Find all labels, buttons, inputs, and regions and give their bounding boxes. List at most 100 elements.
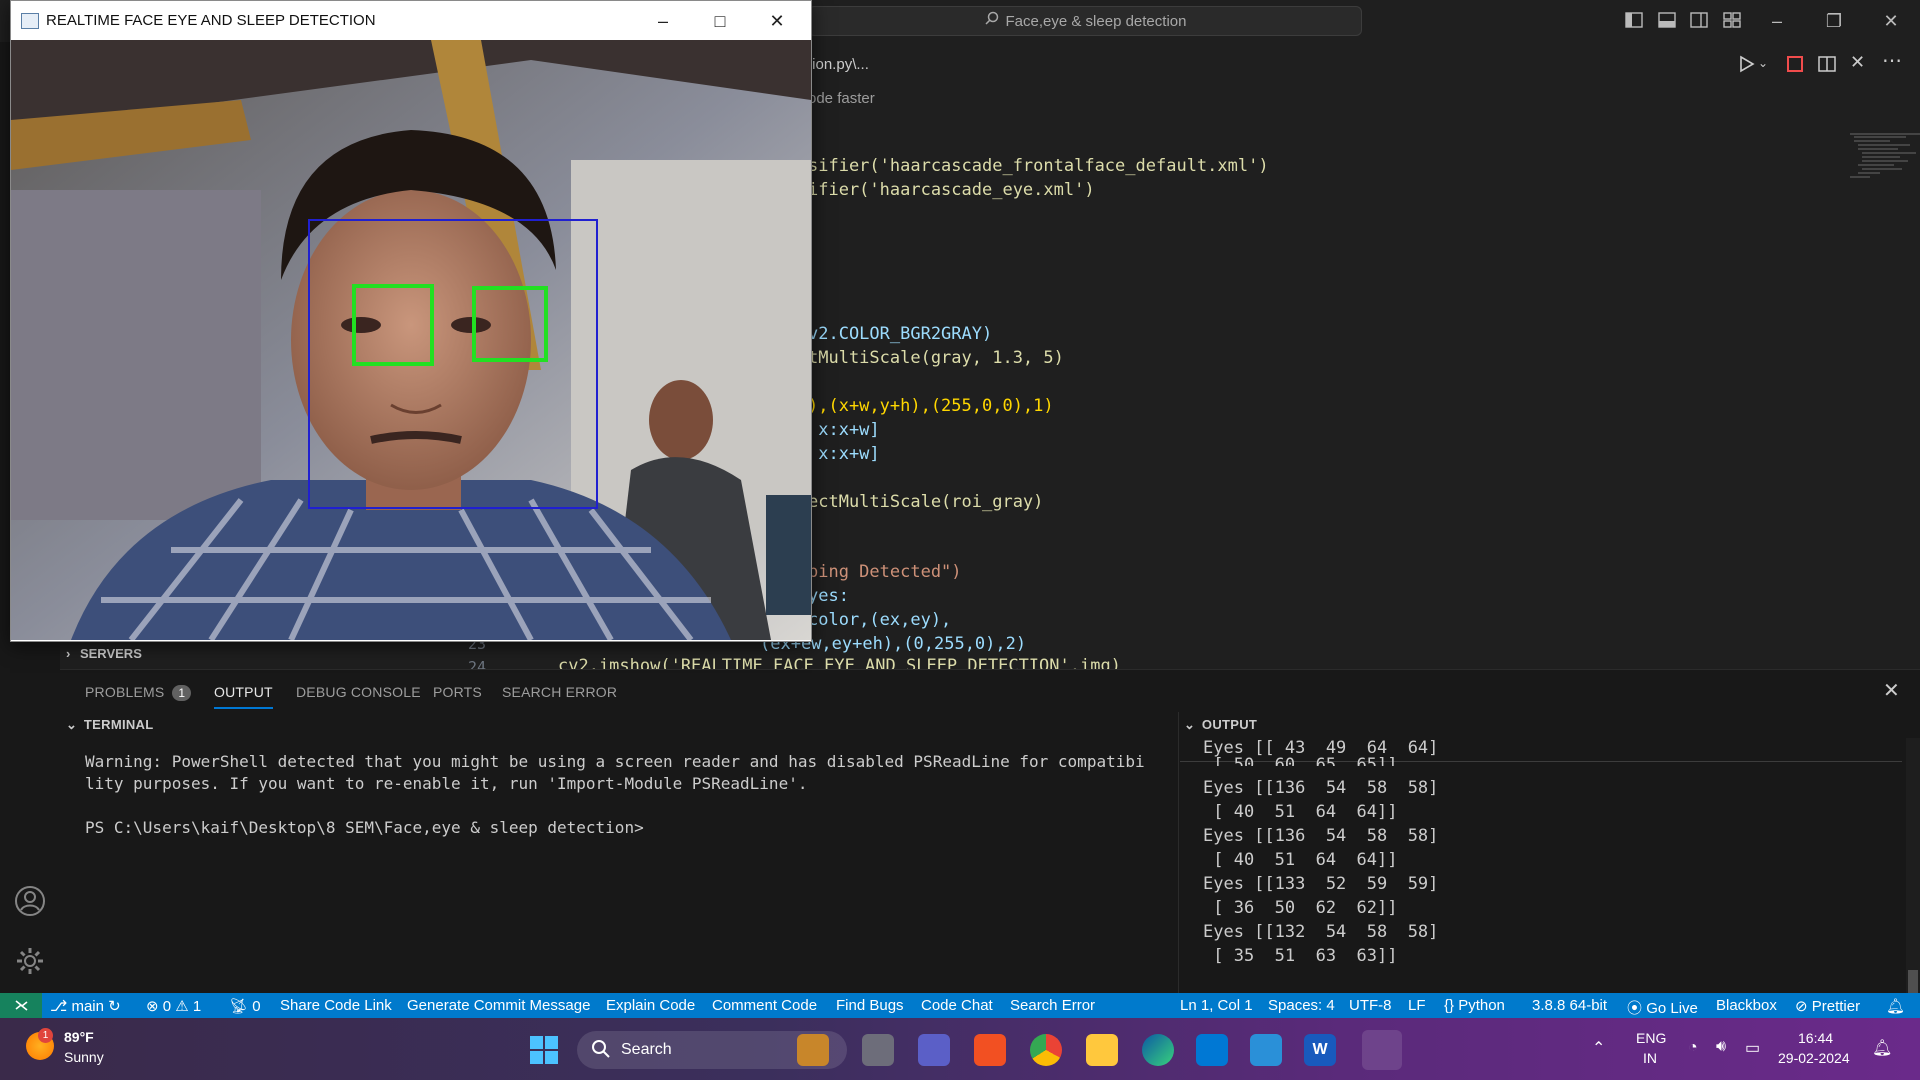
clock-time[interactable]: 16:44: [1798, 1030, 1833, 1046]
branch-indicator[interactable]: ⎇ main ↻: [50, 997, 121, 1015]
command-center[interactable]: Face,eye & sleep detection: [808, 6, 1362, 36]
file-explorer-icon[interactable]: [1086, 1034, 1118, 1066]
vscode-taskbar-icon[interactable]: [1196, 1034, 1228, 1066]
minimize-icon[interactable]: –: [1763, 8, 1791, 34]
code-line[interactable]: color,(ex,ey),: [808, 610, 951, 630]
servers-section-header[interactable]: › SERVERS: [66, 646, 142, 661]
split-editor-icon[interactable]: [1818, 55, 1836, 78]
notifications-bell-icon[interactable]: 🔔︎: [1886, 997, 1905, 1015]
output-content[interactable]: Eyes [[ 43 49 64 64] [ 50 60 65 65]] Eye…: [1180, 738, 1902, 994]
tab-ports[interactable]: PORTS: [433, 684, 482, 700]
go-live-label: Go Live: [1646, 1000, 1698, 1017]
tab-output[interactable]: OUTPUT: [214, 684, 273, 709]
code-line[interactable]: ),(x+w,y+h),(255,0,0),1): [808, 396, 1054, 416]
explain-code-button[interactable]: Explain Code: [606, 997, 695, 1014]
terminal-section-header[interactable]: ⌄ TERMINAL: [66, 717, 153, 733]
code-line[interactable]: sifier('haarcascade_frontalface_default.…: [808, 156, 1269, 176]
customize-layout-icon[interactable]: [1723, 12, 1741, 28]
comment-code-button[interactable]: Comment Code: [712, 997, 817, 1014]
remote-indicator[interactable]: [0, 993, 42, 1018]
search-error-button[interactable]: Search Error: [1010, 997, 1095, 1014]
code-text: x:x+w]: [808, 420, 880, 440]
run-dropdown-chevron-icon[interactable]: ⌄: [1758, 56, 1768, 70]
ports-indicator[interactable]: 📡︎ 0: [229, 997, 261, 1015]
more-actions-icon[interactable]: ⋯: [1882, 48, 1902, 73]
restore-icon[interactable]: ❐: [1820, 8, 1848, 34]
bottom-panel: PROBLEMS 1 OUTPUT DEBUG CONSOLE PORTS SEA…: [60, 669, 1920, 994]
word-icon[interactable]: W: [1304, 1034, 1336, 1066]
output-section-header[interactable]: ⌄ OUTPUT: [1184, 717, 1257, 733]
tab-problems[interactable]: PROBLEMS 1: [85, 684, 192, 701]
code-line[interactable]: cv2.imshow('REALTIME FACE EYE AND SLEEP …: [558, 656, 1121, 669]
tab-search-error[interactable]: SEARCH ERROR: [502, 684, 617, 700]
broadcast-icon: 📡︎: [229, 998, 249, 1015]
minimize-icon[interactable]: –: [643, 5, 683, 37]
blackbox-button[interactable]: Blackbox: [1716, 997, 1777, 1014]
go-live-button[interactable]: ⦿ Go Live: [1627, 997, 1698, 1018]
toggle-primary-sidebar-icon[interactable]: [1625, 12, 1643, 28]
run-python-icon[interactable]: [1738, 55, 1756, 78]
error-count: 0: [162, 998, 172, 1015]
prettier-button[interactable]: ⊘ Prettier: [1795, 997, 1860, 1015]
toggle-panel-icon[interactable]: [1658, 12, 1676, 28]
editor-hint-text: ode faster: [808, 90, 875, 107]
python-app-active-icon[interactable]: [1362, 1030, 1402, 1070]
encoding[interactable]: UTF-8: [1349, 997, 1392, 1014]
windows-start-icon[interactable]: [530, 1036, 558, 1069]
code-line[interactable]: yes:: [808, 586, 849, 606]
end-of-line[interactable]: LF: [1408, 997, 1426, 1014]
close-panel-icon[interactable]: ✕: [1883, 678, 1900, 703]
branch-name: main: [71, 998, 104, 1015]
share-code-link-button[interactable]: Share Code Link: [280, 997, 392, 1014]
scrollbar-thumb[interactable]: [1908, 970, 1918, 994]
toggle-secondary-sidebar-icon[interactable]: [1690, 12, 1708, 28]
briefcase-app-icon[interactable]: [797, 1034, 829, 1066]
weather-temperature[interactable]: 89°F: [64, 1029, 94, 1045]
edge-icon[interactable]: [1142, 1034, 1174, 1066]
code-line[interactable]: ectMultiScale(roi_gray): [808, 492, 1043, 512]
code-line[interactable]: ifier('haarcascade_eye.xml'): [808, 180, 1095, 200]
terminal-prompt[interactable]: PS C:\Users\kaif\Desktop\8 SEM\Face,eye …: [85, 817, 644, 839]
accounts-icon[interactable]: [14, 885, 46, 917]
code-line[interactable]: x:x+w]: [808, 444, 879, 464]
generate-commit-message-button[interactable]: Generate Commit Message: [407, 997, 590, 1014]
terminal-line[interactable]: Warning: PowerShell detected that you mi…: [85, 751, 1145, 773]
microsoft-store-icon[interactable]: [974, 1034, 1006, 1066]
show-hidden-icons-chevron-icon[interactable]: ⌃: [1592, 1038, 1605, 1058]
terminal-line[interactable]: lity purposes. If you want to re-enable …: [85, 773, 807, 795]
indentation[interactable]: Spaces: 4: [1268, 997, 1335, 1014]
battery-icon[interactable]: ▭: [1745, 1038, 1760, 1058]
code-line[interactable]: ping Detected"): [808, 562, 962, 582]
python-interpreter[interactable]: 3.8.8 64-bit: [1532, 997, 1607, 1014]
weather-condition[interactable]: Sunny: [64, 1049, 104, 1065]
output-scrollbar[interactable]: [1906, 738, 1920, 994]
code-line[interactable]: x:x+w]: [808, 420, 880, 440]
problems-indicator[interactable]: ⊗ 0 ⚠ 1: [146, 997, 201, 1015]
notification-center-icon[interactable]: 🔔︎: [1872, 1038, 1892, 1058]
breadcrumb[interactable]: tion.py\...: [808, 56, 869, 73]
wifi-icon[interactable]: ◔: [1688, 1039, 1698, 1057]
minimap[interactable]: [1850, 132, 1920, 192]
input-language-region[interactable]: IN: [1643, 1050, 1657, 1066]
code-line[interactable]: tMultiScale(gray, 1.3, 5): [808, 348, 1064, 368]
teams-icon[interactable]: [918, 1034, 950, 1066]
stop-icon[interactable]: [1786, 55, 1804, 78]
maximize-icon[interactable]: □: [700, 5, 740, 37]
close-editor-icon[interactable]: ✕: [1850, 52, 1865, 73]
close-icon[interactable]: ✕: [1877, 8, 1905, 34]
close-icon[interactable]: ✕: [757, 5, 797, 37]
chrome-icon[interactable]: [1030, 1034, 1062, 1066]
camera-window-titlebar[interactable]: REALTIME FACE EYE AND SLEEP DETECTION – …: [11, 1, 811, 40]
paint-app-icon[interactable]: [1250, 1034, 1282, 1066]
code-chat-button[interactable]: Code Chat: [921, 997, 993, 1014]
language-mode[interactable]: {} Python: [1444, 997, 1505, 1014]
cursor-position[interactable]: Ln 1, Col 1: [1180, 997, 1253, 1014]
find-bugs-button[interactable]: Find Bugs: [836, 997, 904, 1014]
volume-icon[interactable]: 🔊︎: [1716, 1038, 1726, 1056]
clock-date[interactable]: 29-02-2024: [1778, 1050, 1850, 1066]
task-view-icon[interactable]: [862, 1034, 894, 1066]
tab-debug-console[interactable]: DEBUG CONSOLE: [296, 684, 421, 700]
settings-gear-icon[interactable]: [14, 945, 46, 977]
input-language-primary[interactable]: ENG: [1636, 1030, 1666, 1046]
code-line[interactable]: v2.COLOR_BGR2GRAY): [808, 324, 992, 344]
